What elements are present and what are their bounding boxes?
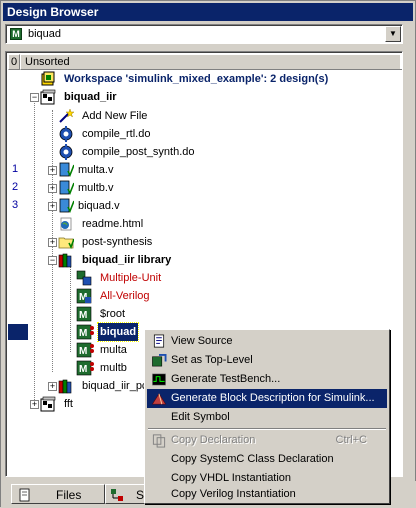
verilog-file-icon <box>59 198 74 213</box>
menu-item-copy-verilog[interactable]: Copy Verilog Instantiation <box>147 485 387 504</box>
html-file-icon <box>60 217 72 231</box>
module-icon: M <box>76 306 92 322</box>
copy-icon <box>152 434 166 448</box>
svg-text:M: M <box>79 346 87 357</box>
gutter-number: 3 <box>12 199 19 211</box>
expand-icon[interactable]: + <box>48 166 57 175</box>
gutter-number: 2 <box>12 181 19 193</box>
multa-label: multa <box>100 344 127 356</box>
simulink-icon <box>151 393 167 405</box>
gutter-selection-marker <box>8 324 28 340</box>
add-new-file-label: Add New File <box>82 110 148 122</box>
compile-post-label: compile_post_synth.do <box>82 146 195 158</box>
menu-item-set-top-level[interactable]: Set as Top-Level <box>147 351 387 370</box>
design-icon <box>40 89 56 105</box>
window-title: Design Browser <box>3 3 413 21</box>
config-module-icon: M <box>76 288 92 304</box>
magic-wand-icon <box>59 108 74 123</box>
copy-declaration-label: Copy Declaration <box>171 434 256 446</box>
copy-verilog-label: Copy Verilog Instantiation <box>171 488 296 500</box>
top-level-marker-icon <box>90 362 94 371</box>
library-label: biquad_iir library <box>82 254 172 266</box>
expand-icon[interactable]: + <box>48 382 57 391</box>
verilog-file-icon <box>59 162 74 177</box>
design-selector-value: biquad <box>28 28 62 40</box>
biquad-label: biquad <box>96 322 140 342</box>
top-level-marker-icon <box>90 326 94 335</box>
multb-v-label: multb.v <box>78 182 114 194</box>
generate-testbench-label: Generate TestBench... <box>171 373 281 385</box>
hierarchy-tab-icon <box>111 489 123 501</box>
verilog-file-icon <box>59 180 74 195</box>
biquad-v-label: biquad.v <box>78 200 120 212</box>
config-module-icon <box>76 270 92 286</box>
chevron-down-icon[interactable]: ▼ <box>385 26 401 42</box>
copy-vhdl-label: Copy VHDL Instantiation <box>171 472 292 484</box>
tree-header: 0 Unsorted <box>8 54 402 70</box>
tab-structure[interactable]: S <box>105 484 145 504</box>
design-label: biquad_iir <box>64 91 117 103</box>
multa-v-label: multa.v <box>78 164 114 176</box>
testbench-waveform-icon <box>152 373 166 386</box>
root-label: $root <box>100 308 126 320</box>
post-synthesis-label: post-synthesis <box>82 236 153 248</box>
workspace-label: Workspace 'simulink_mixed_example': 2 de… <box>64 73 329 85</box>
copy-declaration-shortcut: Ctrl+C <box>335 434 367 446</box>
menu-item-copy-declaration: Copy Declaration Ctrl+C <box>147 431 387 450</box>
header-col-index[interactable]: 0 <box>8 54 20 70</box>
menu-item-view-source[interactable]: View Source <box>147 332 387 351</box>
design-browser-window: Design Browser M biquad ▼ 0 Unsorted 1 2… <box>0 0 416 508</box>
edit-symbol-label: Edit Symbol <box>171 411 230 423</box>
multb-label: multb <box>100 362 127 374</box>
module-icon: M <box>10 28 22 40</box>
generate-block-description-label: Generate Block Description for Simulink.… <box>171 392 375 404</box>
svg-text:M: M <box>79 310 87 321</box>
all-verilog-label: All-Verilog <box>100 290 150 302</box>
context-menu: View Source Set as Top-Level Generate Te… <box>144 329 390 504</box>
biquad-iir-pc-label: biquad_iir_pc <box>82 380 148 392</box>
svg-text:M: M <box>79 328 87 339</box>
expand-icon[interactable]: + <box>48 184 57 193</box>
menu-item-generate-testbench[interactable]: Generate TestBench... <box>147 370 387 389</box>
folder-icon <box>58 237 74 249</box>
top-level-icon <box>152 353 167 367</box>
tab-structure-label: S <box>136 488 145 502</box>
expand-icon[interactable]: + <box>30 400 39 409</box>
view-source-icon <box>153 334 165 348</box>
collapse-icon[interactable]: − <box>48 256 57 265</box>
menu-item-generate-block-description[interactable]: Generate Block Description for Simulink.… <box>147 389 387 408</box>
macro-gear-icon <box>59 126 73 142</box>
library-books-icon <box>58 379 72 394</box>
fft-label: fft <box>64 398 73 410</box>
tab-files[interactable]: Files <box>11 484 105 504</box>
compile-rtl-label: compile_rtl.do <box>82 128 151 140</box>
menu-item-edit-symbol[interactable]: Edit Symbol <box>147 408 387 427</box>
view-source-label: View Source <box>171 335 233 347</box>
tab-files-label: Files <box>56 488 82 502</box>
files-tab-icon <box>19 488 30 502</box>
macro-gear-icon <box>59 144 73 160</box>
collapse-icon[interactable]: − <box>30 93 39 102</box>
expand-icon[interactable]: + <box>48 238 57 247</box>
library-books-icon <box>58 253 72 268</box>
copy-systemc-label: Copy SystemC Class Declaration <box>171 453 334 465</box>
design-selector[interactable]: M biquad ▼ <box>5 24 403 44</box>
design-icon <box>40 396 56 412</box>
set-top-level-label: Set as Top-Level <box>171 354 253 366</box>
tree-line <box>70 262 71 352</box>
tree-line <box>34 100 35 404</box>
svg-text:M: M <box>79 364 87 375</box>
workspace-icon <box>41 71 55 86</box>
readme-label: readme.html <box>82 218 144 230</box>
header-col-sort[interactable]: Unsorted <box>20 54 402 70</box>
menu-item-copy-systemc[interactable]: Copy SystemC Class Declaration <box>147 450 387 469</box>
gutter-number: 1 <box>12 163 19 175</box>
menu-separator <box>148 428 386 430</box>
top-level-marker-icon <box>90 344 94 353</box>
expand-icon[interactable]: + <box>48 202 57 211</box>
multiple-unit-label: Multiple-Unit <box>100 272 162 284</box>
